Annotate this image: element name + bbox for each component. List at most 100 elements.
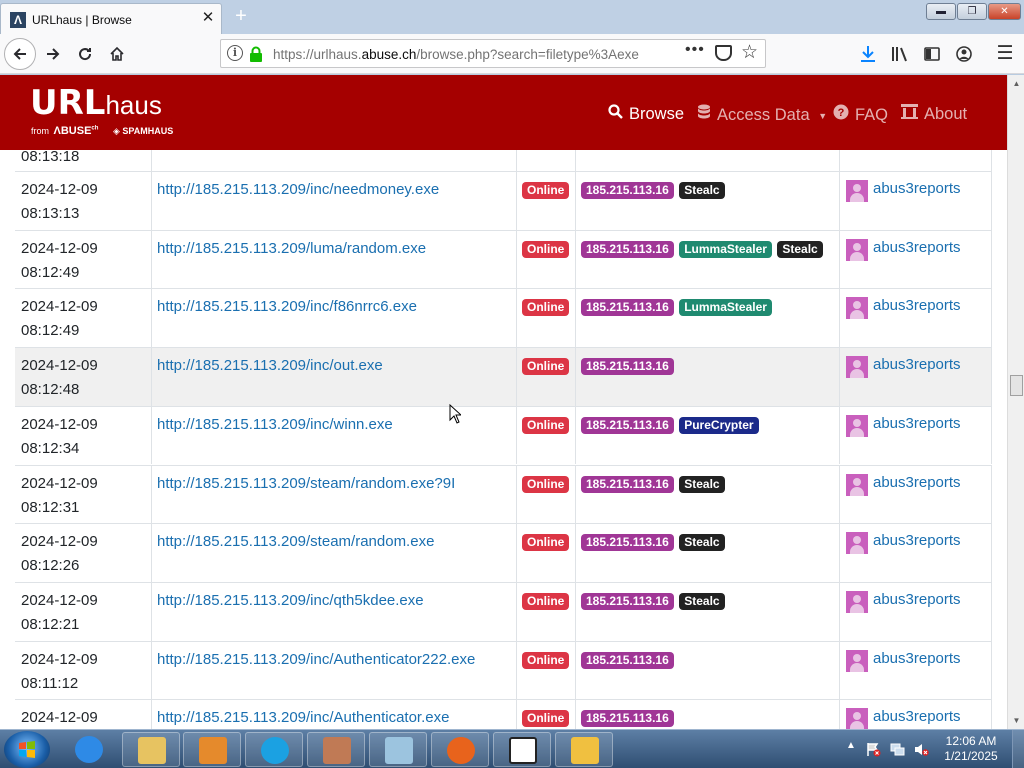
reporter-link[interactable]: abus3reports bbox=[873, 650, 961, 667]
taskbar-app-notepad[interactable] bbox=[369, 732, 427, 767]
scroll-up-arrow-icon[interactable]: ▲ bbox=[1008, 75, 1024, 92]
bookmark-star-icon[interactable]: ☆ bbox=[741, 42, 758, 64]
url-link[interactable]: http://185.215.113.209/steam/random.exe?… bbox=[157, 475, 455, 492]
back-button[interactable] bbox=[4, 38, 36, 70]
ip-tag-badge[interactable]: 185.215.113.16 bbox=[581, 534, 674, 552]
malware-tag-badge[interactable]: Stealc bbox=[679, 182, 725, 199]
malware-tag-badge[interactable]: LummaStealer bbox=[679, 299, 772, 317]
url-link[interactable]: http://185.215.113.209/inc/f86nrrc6.exe bbox=[157, 298, 417, 315]
lock-icon[interactable] bbox=[249, 46, 263, 62]
ip-tag-badge[interactable]: 185.215.113.16 bbox=[581, 358, 674, 376]
taskbar-app-internet-explorer[interactable] bbox=[60, 732, 118, 767]
malware-tag-badge[interactable]: Stealc bbox=[679, 475, 725, 493]
reporter-cell: abus3reports bbox=[840, 172, 992, 230]
reporter-avatar bbox=[846, 649, 868, 672]
taskbar-app-users[interactable] bbox=[307, 732, 365, 767]
url-link[interactable]: http://185.215.113.209/inc/qth5kdee.exe bbox=[157, 592, 424, 609]
show-desktop-button[interactable] bbox=[1012, 730, 1024, 768]
reporter-link[interactable]: abus3reports bbox=[873, 532, 961, 549]
reload-button[interactable] bbox=[69, 38, 101, 70]
url-link[interactable]: http://185.215.113.209/luma/random.exe bbox=[157, 240, 426, 257]
status-badge: Online bbox=[522, 651, 570, 669]
urlhaus-logo[interactable]: URLhaus from ΛBUSEch ◈ SPAMHAUS bbox=[30, 83, 173, 137]
tags-cell: 185.215.113.16 Stealc bbox=[576, 172, 840, 230]
pocket-icon[interactable] bbox=[715, 45, 732, 61]
vertical-scrollbar[interactable]: ▲ ▼ bbox=[1007, 75, 1024, 729]
status-cell: Online bbox=[517, 172, 576, 230]
window-minimize-button[interactable]: ▬ bbox=[926, 3, 956, 20]
url-link[interactable]: http://185.215.113.209/inc/needmoney.exe bbox=[157, 181, 439, 198]
tags-cell: 185.215.113.16 bbox=[576, 348, 840, 406]
ip-tag-badge[interactable]: 185.215.113.16 bbox=[581, 240, 674, 258]
malware-tag-badge[interactable]: Stealc bbox=[679, 592, 725, 610]
taskbar-app-7zip[interactable] bbox=[493, 732, 551, 767]
date-cell: 2024-12-09 08:12:49 bbox=[15, 230, 152, 289]
url-link[interactable]: http://185.215.113.209/inc/Authenticator… bbox=[157, 651, 475, 668]
window-close-button[interactable]: ✕ bbox=[988, 3, 1021, 20]
ip-tag-badge[interactable]: 185.215.113.16 bbox=[581, 416, 674, 434]
clock[interactable]: 12:06 AM 1/21/2025 bbox=[936, 734, 1006, 764]
new-tab-icon[interactable]: + bbox=[229, 5, 253, 27]
nav-about[interactable]: About bbox=[901, 104, 967, 124]
url-link[interactable]: http://185.215.113.209/inc/winn.exe bbox=[157, 416, 393, 433]
back-arrow-icon bbox=[13, 48, 26, 60]
account-icon[interactable] bbox=[953, 43, 975, 65]
taskbar-app-windows-explorer[interactable] bbox=[122, 732, 180, 767]
reporter-link[interactable]: abus3reports bbox=[873, 180, 961, 197]
tab-urlhaus[interactable]: Λ URLhaus | Browse ✕ bbox=[0, 3, 222, 34]
nav-browse[interactable]: Browse bbox=[608, 104, 684, 124]
ip-tag-badge[interactable]: 185.215.113.16 bbox=[581, 592, 674, 610]
reporter-link[interactable]: abus3reports bbox=[873, 297, 961, 314]
malware-tag-badge[interactable]: Stealc bbox=[777, 240, 823, 258]
ip-tag-badge[interactable]: 185.215.113.16 bbox=[581, 475, 674, 493]
svg-text:?: ? bbox=[838, 107, 845, 119]
forward-button[interactable] bbox=[37, 38, 69, 70]
action-center-flag-icon[interactable] bbox=[866, 742, 881, 757]
ip-tag-badge[interactable]: 185.215.113.16 bbox=[581, 651, 674, 669]
network-icon[interactable] bbox=[890, 742, 905, 757]
malware-tag-badge[interactable]: LummaStealer bbox=[679, 240, 772, 258]
page-actions-icon[interactable]: ••• bbox=[685, 41, 705, 59]
address-bar[interactable]: i https://urlhaus.abuse.ch/browse.php?se… bbox=[220, 39, 766, 68]
nav-access-data[interactable]: Access Data ▼ bbox=[697, 104, 827, 125]
malware-tag-badge[interactable]: Stealc bbox=[679, 534, 725, 552]
time-text: 08:12:49 bbox=[21, 263, 80, 281]
scrollbar-thumb[interactable] bbox=[1010, 375, 1023, 396]
start-button[interactable] bbox=[4, 731, 50, 768]
ip-tag-badge[interactable]: 185.215.113.16 bbox=[581, 182, 674, 199]
reporter-link[interactable]: abus3reports bbox=[873, 591, 961, 608]
clock-time: 12:06 AM bbox=[945, 734, 997, 748]
nav-faq[interactable]: ? FAQ bbox=[833, 104, 888, 125]
volume-muted-icon[interactable] bbox=[914, 742, 929, 757]
taskbar-app-media-player[interactable] bbox=[183, 732, 241, 767]
ip-tag-badge[interactable]: 185.215.113.16 bbox=[581, 710, 674, 728]
tags-cell: 185.215.113.16 Stealc bbox=[576, 465, 840, 524]
taskbar-app-skype[interactable] bbox=[245, 732, 303, 767]
reporter-link[interactable]: abus3reports bbox=[873, 356, 961, 373]
reporter-link[interactable]: abus3reports bbox=[873, 415, 961, 432]
show-hidden-icons-icon[interactable]: ▲ bbox=[846, 740, 856, 751]
malware-tag-badge[interactable]: PureCrypter bbox=[679, 416, 759, 434]
url-cell: http://185.215.113.209/luma/random.exe bbox=[152, 230, 517, 289]
scroll-down-arrow-icon[interactable]: ▼ bbox=[1008, 712, 1024, 729]
url-link[interactable]: http://185.215.113.209/inc/Authenticator… bbox=[157, 709, 449, 726]
taskbar-app-firefox[interactable] bbox=[431, 732, 489, 767]
library-icon[interactable] bbox=[889, 43, 911, 65]
url-link[interactable]: http://185.215.113.209/inc/out.exe bbox=[157, 357, 383, 374]
taskbar-app-save-disk[interactable] bbox=[555, 732, 613, 767]
ip-tag-badge[interactable]: 185.215.113.16 bbox=[581, 299, 674, 317]
site-info-icon[interactable]: i bbox=[227, 45, 243, 61]
hamburger-menu-icon[interactable]: ☰ bbox=[994, 43, 1016, 65]
reporter-link[interactable]: abus3reports bbox=[873, 708, 961, 725]
reporter-link[interactable]: abus3reports bbox=[873, 239, 961, 256]
reporter-avatar bbox=[846, 297, 868, 320]
url-link[interactable]: http://185.215.113.209/steam/random.exe bbox=[157, 533, 434, 550]
home-button[interactable] bbox=[101, 38, 133, 70]
downloads-icon[interactable] bbox=[857, 43, 879, 65]
sidebar-icon[interactable] bbox=[921, 43, 943, 65]
url-text[interactable]: https://urlhaus.abuse.ch/browse.php?sear… bbox=[273, 47, 639, 62]
abuse-ch-logo: ΛBUSEch bbox=[53, 125, 99, 137]
window-maximize-button[interactable]: ❐ bbox=[957, 3, 987, 20]
reporter-link[interactable]: abus3reports bbox=[873, 474, 961, 491]
tab-close-icon[interactable]: ✕ bbox=[199, 9, 217, 27]
